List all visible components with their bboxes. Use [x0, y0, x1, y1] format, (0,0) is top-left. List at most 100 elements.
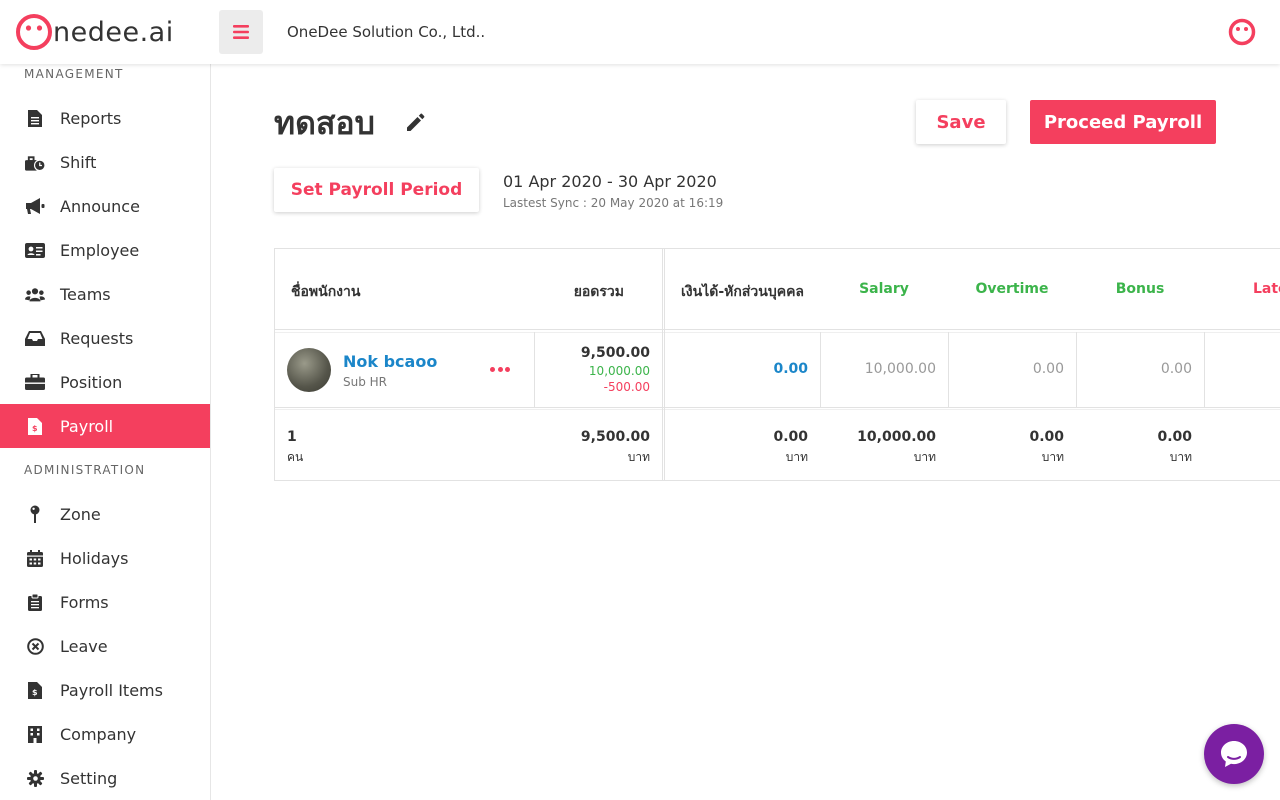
employee-role: Sub HR — [343, 375, 388, 389]
briefcase-icon — [25, 372, 45, 392]
onedee-logo[interactable]: nedee.ai — [16, 14, 174, 50]
summary-unit: บาท — [1169, 450, 1192, 464]
sidebar-item-leave[interactable]: Leave — [0, 624, 210, 668]
sidebar-item-label: Payroll Items — [60, 680, 163, 700]
table-border-row — [274, 407, 1280, 408]
inbox-icon — [25, 328, 45, 348]
sidebar-item-label: Zone — [60, 504, 101, 524]
sidebar-item-teams[interactable]: Teams — [0, 272, 210, 316]
save-button[interactable]: Save — [916, 100, 1006, 144]
summary-unit: บาท — [1041, 450, 1064, 464]
sidebar-item-label: Setting — [60, 768, 118, 788]
sidebar-item-label: Reports — [60, 108, 122, 128]
menu-toggle-button[interactable] — [219, 10, 263, 54]
top-header: nedee.ai OneDee Solution Co., Ltd.. — [0, 0, 1280, 64]
sidebar-item-payroll-items[interactable]: $ Payroll Items — [0, 668, 210, 712]
header-employee-name: ชื่อพนักงาน — [291, 284, 361, 300]
svg-text:$: $ — [32, 424, 38, 433]
summary-unit: บาท — [785, 450, 808, 464]
table-border-header-2 — [274, 332, 1280, 333]
row-personal[interactable]: 0.00 — [664, 361, 808, 377]
col-border — [662, 248, 663, 481]
circle-x-icon — [25, 636, 45, 656]
logo-face-icon — [16, 14, 52, 50]
sidebar-item-label: Teams — [60, 284, 111, 304]
sidebar-item-label: Employee — [60, 240, 140, 260]
last-sync-text: Lastest Sync : 20 May 2020 at 16:19 — [503, 196, 724, 210]
megaphone-icon — [25, 196, 45, 216]
sidebar-item-company[interactable]: Company — [0, 712, 210, 756]
row-overtime[interactable]: 0.00 — [948, 361, 1064, 377]
sidebar-item-label: Company — [60, 724, 137, 744]
summary-count-unit: คน — [287, 450, 304, 464]
file-invoice-icon: $ — [25, 416, 45, 436]
table-border-bottom — [274, 480, 1280, 481]
header-bonus: Bonus — [1115, 281, 1165, 297]
svg-text:$: $ — [32, 688, 38, 697]
clipboard-icon — [25, 592, 45, 612]
row-total-earnings: 10,000.00 — [588, 364, 650, 378]
sidebar-item-reports[interactable]: Reports — [0, 96, 210, 140]
header-salary: Salary — [859, 281, 909, 297]
employee-name[interactable]: Nok bcaoo — [343, 352, 437, 371]
header-total: ยอดรวม — [573, 284, 624, 300]
col-border — [274, 248, 275, 481]
header-overtime: Overtime — [975, 281, 1049, 297]
company-name: OneDee Solution Co., Ltd.. — [287, 23, 486, 41]
summary-salary: 10,000.00 — [857, 429, 936, 445]
sidebar-item-employee[interactable]: Employee — [0, 228, 210, 272]
sidebar-item-shift[interactable]: Shift — [0, 140, 210, 184]
summary-unit: บาท — [627, 450, 650, 464]
avatar[interactable] — [287, 348, 331, 392]
header-late: Late — [1253, 281, 1280, 297]
proceed-payroll-button[interactable]: Proceed Payroll — [1030, 100, 1216, 144]
summary-count: 1 — [287, 429, 297, 445]
row-bonus[interactable]: 0.00 — [1076, 361, 1192, 377]
sidebar-item-payroll[interactable]: $ Payroll — [0, 404, 210, 448]
sidebar-item-label: Announce — [60, 196, 140, 216]
sidebar-item-label: Payroll — [60, 416, 114, 436]
summary-total: 9,500.00 — [580, 429, 650, 445]
col-border — [1204, 332, 1205, 407]
shift-icon — [25, 152, 45, 172]
pencil-icon[interactable] — [405, 111, 427, 133]
section-title-administration: ADMINISTRATION — [24, 463, 146, 477]
section-title-management: MANAGEMENT — [24, 67, 124, 81]
file-icon — [25, 108, 45, 128]
row-total: 9,500.00 — [580, 345, 650, 361]
sidebar-item-requests[interactable]: Requests — [0, 316, 210, 360]
sidebar-item-label: Position — [60, 372, 123, 392]
sidebar-item-label: Holidays — [60, 548, 129, 568]
set-payroll-period-button[interactable]: Set Payroll Period — [274, 168, 479, 212]
row-total-deductions: -500.00 — [603, 380, 650, 394]
sidebar-item-position[interactable]: Position — [0, 360, 210, 404]
file-invoice-icon: $ — [25, 680, 45, 700]
summary-overtime: 0.00 — [1029, 429, 1064, 445]
building-icon — [25, 724, 45, 744]
sidebar-item-label: Shift — [60, 152, 97, 172]
calendar-icon — [25, 548, 45, 568]
header-personal: เงินได้-หักส่วนบุคคล — [681, 284, 805, 300]
summary-unit: บาท — [913, 450, 936, 464]
more-options-icon[interactable] — [490, 363, 510, 375]
page-title: ทดสอบ — [274, 104, 375, 142]
sidebar: MANAGEMENT Reports Shift Announce Employ… — [0, 64, 211, 800]
sidebar-item-announce[interactable]: Announce — [0, 184, 210, 228]
row-salary[interactable]: 10,000.00 — [820, 361, 936, 377]
map-pin-icon — [25, 504, 45, 524]
chat-widget-button[interactable] — [1204, 724, 1264, 784]
users-icon — [25, 284, 45, 304]
sidebar-item-setting[interactable]: Setting — [0, 756, 210, 800]
table-border-header — [274, 329, 1280, 330]
hamburger-icon — [233, 25, 249, 39]
user-avatar-icon[interactable] — [1228, 18, 1256, 46]
sidebar-item-forms[interactable]: Forms — [0, 580, 210, 624]
payroll-period-range: 01 Apr 2020 - 30 Apr 2020 — [503, 172, 717, 191]
gear-icon — [25, 768, 45, 788]
sidebar-item-zone[interactable]: Zone — [0, 492, 210, 536]
table-border-top — [274, 248, 1280, 249]
sidebar-item-holidays[interactable]: Holidays — [0, 536, 210, 580]
sidebar-item-label: Forms — [60, 592, 109, 612]
table-border-row-2 — [274, 409, 1280, 410]
summary-personal: 0.00 — [773, 429, 808, 445]
